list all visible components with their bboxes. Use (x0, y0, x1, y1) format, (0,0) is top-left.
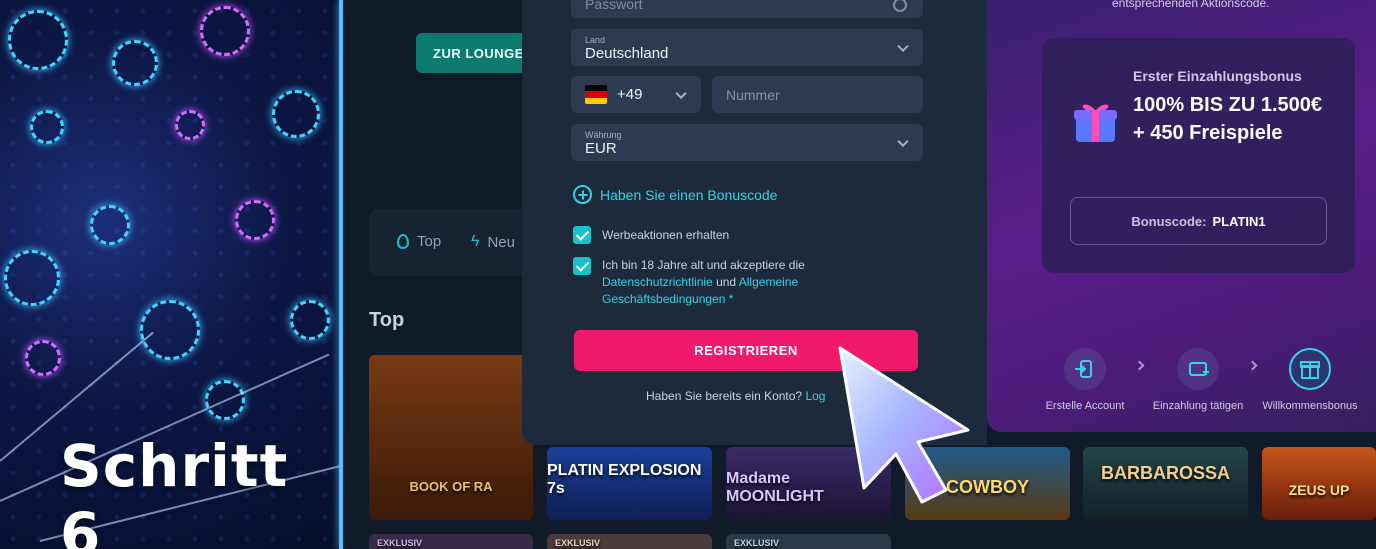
step-title: Schritt 6 (60, 432, 289, 549)
game-title: BOOK OF RA (409, 479, 493, 494)
tab-top[interactable]: Top (397, 233, 441, 250)
terms-joiner: und (716, 275, 737, 289)
casino-chip-icon (4, 250, 60, 306)
game-title: ZEUS UP (1288, 482, 1350, 498)
step-label: Erstelle Account (1045, 400, 1125, 412)
game-tile[interactable]: PLATIN EXPLOSION 7s (547, 447, 712, 520)
casino-chip-icon (8, 10, 68, 70)
promo-top-text: entsprechenden Aktionscode. (1112, 0, 1270, 10)
step-create-account: Erstelle Account (1030, 348, 1140, 412)
game-tile[interactable]: BARBAROSSA (1083, 447, 1248, 520)
tab-new[interactable]: ϟ Neu (471, 233, 515, 251)
phone-code-value: +49 (617, 86, 643, 103)
bonuscode-value: PLATIN1 (1212, 213, 1266, 229)
terms-text-before: Ich bin 18 Jahre alt und akzeptiere die (602, 258, 805, 272)
promo-banner-panel: Schritt 6 (0, 0, 341, 549)
casino-chip-icon (272, 90, 320, 138)
chevron-down-icon (897, 40, 909, 52)
casino-chip-icon (200, 6, 250, 56)
tab-label: Neu (487, 233, 515, 251)
casino-chip-icon (140, 300, 200, 360)
eye-icon[interactable] (893, 0, 907, 12)
login-prompt-line: Haben Sie bereits ein Konto? Log (646, 389, 825, 403)
promotions-label: Werbeaktionen erhalten (602, 228, 730, 242)
promotions-checkbox-row[interactable]: Werbeaktionen erhalten (573, 226, 729, 244)
currency-select[interactable]: Währung EUR (571, 124, 923, 161)
casino-chip-icon (235, 200, 275, 240)
password-field[interactable]: Passwort (571, 0, 923, 18)
casino-chip-icon (175, 110, 205, 140)
chevron-down-icon (897, 135, 909, 147)
game-tile[interactable]: EXKLUSIV (726, 534, 891, 549)
phone-placeholder: Nummer (726, 87, 780, 103)
tab-label: Top (417, 233, 442, 250)
game-title: BARBAROSSA (1100, 463, 1230, 483)
screenshot-root: Schritt 6 ZUR LOUNGE Top ϟ Neu Top BOOK … (0, 0, 1376, 549)
bonus-heading: Erster Einzahlungsbonus (1133, 68, 1302, 84)
game-title: PLATIN EXPLOSION 7s (547, 462, 702, 497)
pointer-cursor-icon (838, 346, 970, 504)
gift-icon (1289, 348, 1331, 390)
flag-stripe (585, 97, 607, 104)
deposit-icon (1177, 348, 1219, 390)
currency-value: EUR (585, 140, 617, 157)
casino-chip-icon (112, 40, 158, 86)
step-welcome-bonus: Willkommensbonus (1255, 348, 1365, 412)
terms-text: Ich bin 18 Jahre alt und akzeptiere die … (602, 257, 833, 308)
phone-code-select[interactable]: +49 (571, 76, 701, 113)
casino-chip-icon (90, 205, 130, 245)
bonus-offer: 100% BIS ZU 1.500€ + 450 Freispiele (1133, 94, 1322, 144)
lounge-button[interactable]: ZUR LOUNGE (416, 33, 536, 73)
phone-number-input[interactable]: Nummer (712, 76, 923, 113)
casino-chip-icon (25, 340, 61, 376)
game-tile[interactable]: BOOK OF RA (369, 355, 533, 520)
login-prompt: Haben Sie bereits ein Konto? (646, 389, 803, 403)
exclusive-badge: EXKLUSIV (555, 538, 601, 548)
privacy-policy-link[interactable]: Datenschutzrichtlinie (602, 275, 713, 289)
country-value: Deutschland (585, 45, 669, 62)
bonus-code-link[interactable]: Haben Sie einen Bonuscode (573, 185, 777, 204)
bolt-icon: ϟ (471, 233, 480, 250)
flame-icon (397, 234, 409, 249)
login-icon (1064, 348, 1106, 390)
game-tile[interactable]: ZEUS UP (1262, 447, 1376, 520)
gift-icon (1074, 104, 1117, 142)
bonuscode-label: Bonuscode: (1131, 213, 1207, 229)
exclusive-badge: EXKLUSIV (377, 538, 423, 548)
game-tile[interactable]: EXKLUSIV (547, 534, 712, 549)
germany-flag-icon (585, 85, 607, 104)
step-label: Willkommensbonus (1262, 400, 1358, 412)
section-title: Top (369, 309, 405, 331)
exclusive-badge: EXKLUSIV (734, 538, 780, 548)
casino-chip-icon (30, 110, 64, 144)
promotions-checkbox[interactable] (573, 226, 591, 244)
bonus-link-label: Haben Sie einen Bonuscode (600, 186, 778, 203)
step-deposit: Einzahlung tätigen (1143, 348, 1253, 412)
casino-chip-icon (290, 300, 330, 340)
terms-checkbox[interactable] (573, 257, 591, 275)
bonuscode-box[interactable]: Bonuscode: PLATIN1 (1070, 197, 1327, 245)
terms-checkbox-row[interactable]: Ich bin 18 Jahre alt und akzeptiere die … (573, 257, 833, 308)
required-mark: * (728, 292, 734, 306)
chevron-down-icon (675, 87, 687, 99)
login-link[interactable]: Log (805, 389, 825, 403)
plus-circle-icon (573, 185, 592, 204)
country-select[interactable]: Land Deutschland (571, 29, 923, 66)
currency-label: Währung (585, 130, 622, 140)
game-tile[interactable]: EXKLUSIV (369, 534, 533, 549)
password-placeholder: Passwort (585, 0, 643, 12)
step-label: Einzahlung tätigen (1152, 400, 1244, 412)
country-label: Land (585, 35, 606, 45)
